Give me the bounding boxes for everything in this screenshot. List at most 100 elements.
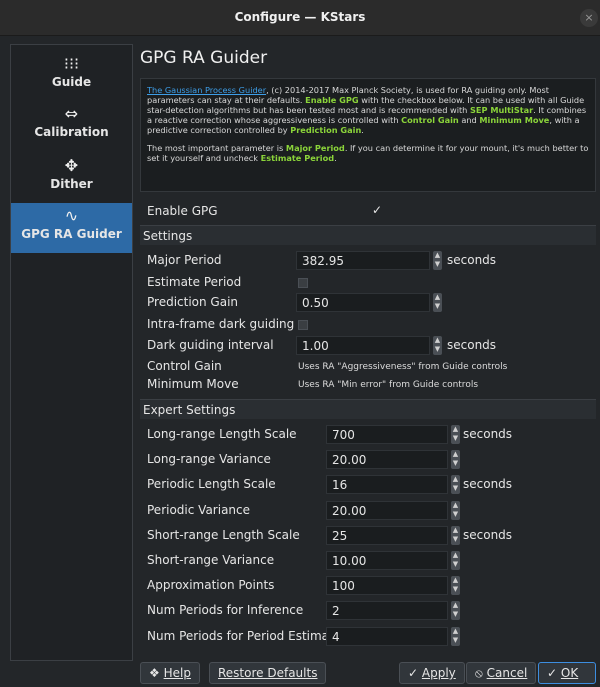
- expert-row-label: Approximation Points: [147, 578, 275, 592]
- expert-row-label: Num Periods for Inference: [147, 603, 304, 617]
- dark-interval-spinner[interactable]: ▲ ▼: [433, 336, 442, 355]
- expert-row-input[interactable]: 4: [326, 627, 448, 646]
- minimum-move-label: Minimum Move: [147, 377, 239, 391]
- estimate-period-row: Estimate Period: [140, 272, 596, 294]
- desc-highlight: Control Gain: [401, 115, 459, 125]
- prediction-gain-spinner[interactable]: ▲ ▼: [433, 293, 442, 312]
- check-icon: ✓: [408, 666, 419, 680]
- major-period-unit: seconds: [447, 253, 497, 267]
- expert-row-label: Periodic Variance: [147, 503, 251, 517]
- description-box: The Gaussian Process Guider, (c) 2014-20…: [140, 78, 596, 192]
- close-icon[interactable]: ×: [580, 9, 598, 27]
- sidebar-item-label: Guide: [51, 75, 92, 89]
- sidebar: ⁝⁝⁝ Guide ⇔ Calibration ✥ Dither ∿ GPG R…: [10, 44, 133, 661]
- expert-row: Periodic Length Scale 16 ▲ ▼ seconds: [140, 474, 596, 496]
- major-period-label: Major Period: [147, 253, 222, 267]
- expert-row: Num Periods for Inference 2 ▲ ▼: [140, 600, 596, 622]
- help-book-icon: ❖: [149, 666, 160, 680]
- sidebar-item-dither[interactable]: ✥ Dither: [11, 155, 132, 201]
- expert-row-spinner[interactable]: ▲ ▼: [451, 601, 460, 620]
- sidebar-item-guide[interactable]: ⁝⁝⁝ Guide: [11, 53, 132, 99]
- expert-row-spinner[interactable]: ▲ ▼: [451, 576, 460, 595]
- cancel-label: Cancel: [486, 666, 528, 680]
- expert-row: Periodic Variance 20.00 ▲ ▼: [140, 500, 596, 522]
- expert-row: Short-range Length Scale 25 ▲ ▼ seconds: [140, 525, 596, 547]
- prediction-gain-input[interactable]: 0.50: [296, 293, 430, 312]
- expert-row-input[interactable]: 100: [326, 576, 448, 595]
- cancel-button[interactable]: ⦸ Cancel: [466, 662, 537, 684]
- expert-row-label: Short-range Length Scale: [147, 528, 300, 542]
- expert-row-unit: seconds: [463, 427, 513, 441]
- minimum-move-note: Uses RA "Min error" from Guide controls: [298, 380, 479, 390]
- prediction-gain-label: Prediction Gain: [147, 295, 239, 309]
- expert-row: Num Periods for Period Estimate 4 ▲ ▼: [140, 626, 596, 648]
- help-button[interactable]: ❖ Help: [140, 662, 200, 684]
- cancel-circle-icon: ⦸: [475, 666, 483, 680]
- expert-row-input[interactable]: 700: [326, 425, 448, 444]
- major-period-input[interactable]: 382.95: [296, 251, 430, 270]
- desc-highlight: SEP MultiStar: [469, 105, 534, 115]
- ok-button[interactable]: ✓ OK: [538, 662, 596, 684]
- title-bar: Configure — KStars ×: [0, 0, 600, 36]
- desc-highlight: Major Period: [285, 143, 345, 153]
- expert-row: Approximation Points 100 ▲ ▼: [140, 575, 596, 597]
- dark-interval-input[interactable]: 1.00: [296, 336, 430, 355]
- expert-row-unit: seconds: [463, 528, 513, 542]
- sidebar-item-label: Dither: [50, 177, 93, 191]
- gpg-info-link[interactable]: The Gaussian Process Guider: [147, 85, 266, 95]
- expert-row-input[interactable]: 2: [326, 601, 448, 620]
- apply-button[interactable]: ✓ Apply: [399, 662, 465, 684]
- dark-interval-row: Dark guiding interval 1.00 ▲ ▼ seconds: [140, 335, 596, 357]
- sidebar-item-gpg-ra-guider[interactable]: ∿ GPG RA Guider: [11, 203, 132, 253]
- restore-defaults-button[interactable]: Restore Defaults: [209, 662, 327, 684]
- control-gain-label: Control Gain: [147, 359, 222, 373]
- enable-gpg-label: Enable GPG: [147, 204, 218, 218]
- intra-frame-label: Intra-frame dark guiding: [147, 317, 295, 331]
- expert-group-header: Expert Settings: [140, 399, 596, 419]
- desc-text: The most important parameter is: [147, 143, 286, 153]
- expert-row-spinner[interactable]: ▲ ▼: [451, 526, 460, 545]
- sidebar-item-label: Calibration: [34, 125, 109, 139]
- enable-gpg-row: Enable GPG ✓: [140, 201, 596, 223]
- expert-row-spinner[interactable]: ▲ ▼: [451, 425, 460, 444]
- estimate-period-checkbox[interactable]: [298, 278, 308, 288]
- desc-highlight: Prediction Gain: [290, 125, 362, 135]
- control-gain-note: Uses RA "Aggressiveness" from Guide cont…: [298, 362, 508, 372]
- major-period-spinner[interactable]: ▲ ▼: [433, 251, 442, 270]
- expert-row-unit: seconds: [463, 477, 513, 491]
- expert-row-spinner[interactable]: ▲ ▼: [451, 450, 460, 469]
- intra-frame-checkbox[interactable]: [298, 320, 308, 330]
- expert-row-spinner[interactable]: ▲ ▼: [451, 551, 460, 570]
- expert-row-input[interactable]: 16: [326, 475, 448, 494]
- expert-row-spinner[interactable]: ▲ ▼: [451, 627, 460, 646]
- sine-wave-icon: ∿: [64, 206, 79, 225]
- desc-highlight: Enable GPG: [305, 95, 359, 105]
- expert-row-input[interactable]: 25: [326, 526, 448, 545]
- expert-row-spinner[interactable]: ▲ ▼: [451, 475, 460, 494]
- ok-label: OK: [560, 666, 579, 680]
- desc-text: and: [458, 115, 480, 125]
- major-period-row: Major Period 382.95 ▲ ▼ seconds: [140, 250, 596, 272]
- desc-highlight: Minimum Move: [479, 115, 550, 125]
- expert-row-input[interactable]: 20.00: [326, 450, 448, 469]
- settings-group-header: Settings: [140, 225, 596, 245]
- control-gain-row: Control Gain Uses RA "Aggressiveness" fr…: [140, 358, 596, 376]
- expert-heading: Expert Settings: [143, 403, 236, 417]
- move-arrows-icon: ✥: [64, 156, 79, 175]
- dark-interval-unit: seconds: [447, 338, 497, 352]
- sidebar-item-calibration[interactable]: ⇔ Calibration: [11, 103, 132, 149]
- page-title: GPG RA Guider: [140, 48, 268, 68]
- desc-highlight: Estimate Period: [260, 153, 335, 163]
- check-icon: ✓: [547, 666, 558, 680]
- desc-text: .: [334, 153, 337, 163]
- expert-row-input[interactable]: 10.00: [326, 551, 448, 570]
- enable-gpg-checkbox[interactable]: ✓: [372, 203, 382, 217]
- expert-row-input[interactable]: 20.00: [326, 501, 448, 520]
- expert-row-label: Long-range Variance: [147, 452, 271, 466]
- apply-label: Apply: [421, 666, 456, 680]
- minimum-move-row: Minimum Move Uses RA "Min error" from Gu…: [140, 376, 596, 394]
- estimate-period-label: Estimate Period: [147, 275, 242, 289]
- help-label: Help: [163, 666, 191, 680]
- expert-row: Long-range Variance 20.00 ▲ ▼: [140, 449, 596, 471]
- expert-row-spinner[interactable]: ▲ ▼: [451, 501, 460, 520]
